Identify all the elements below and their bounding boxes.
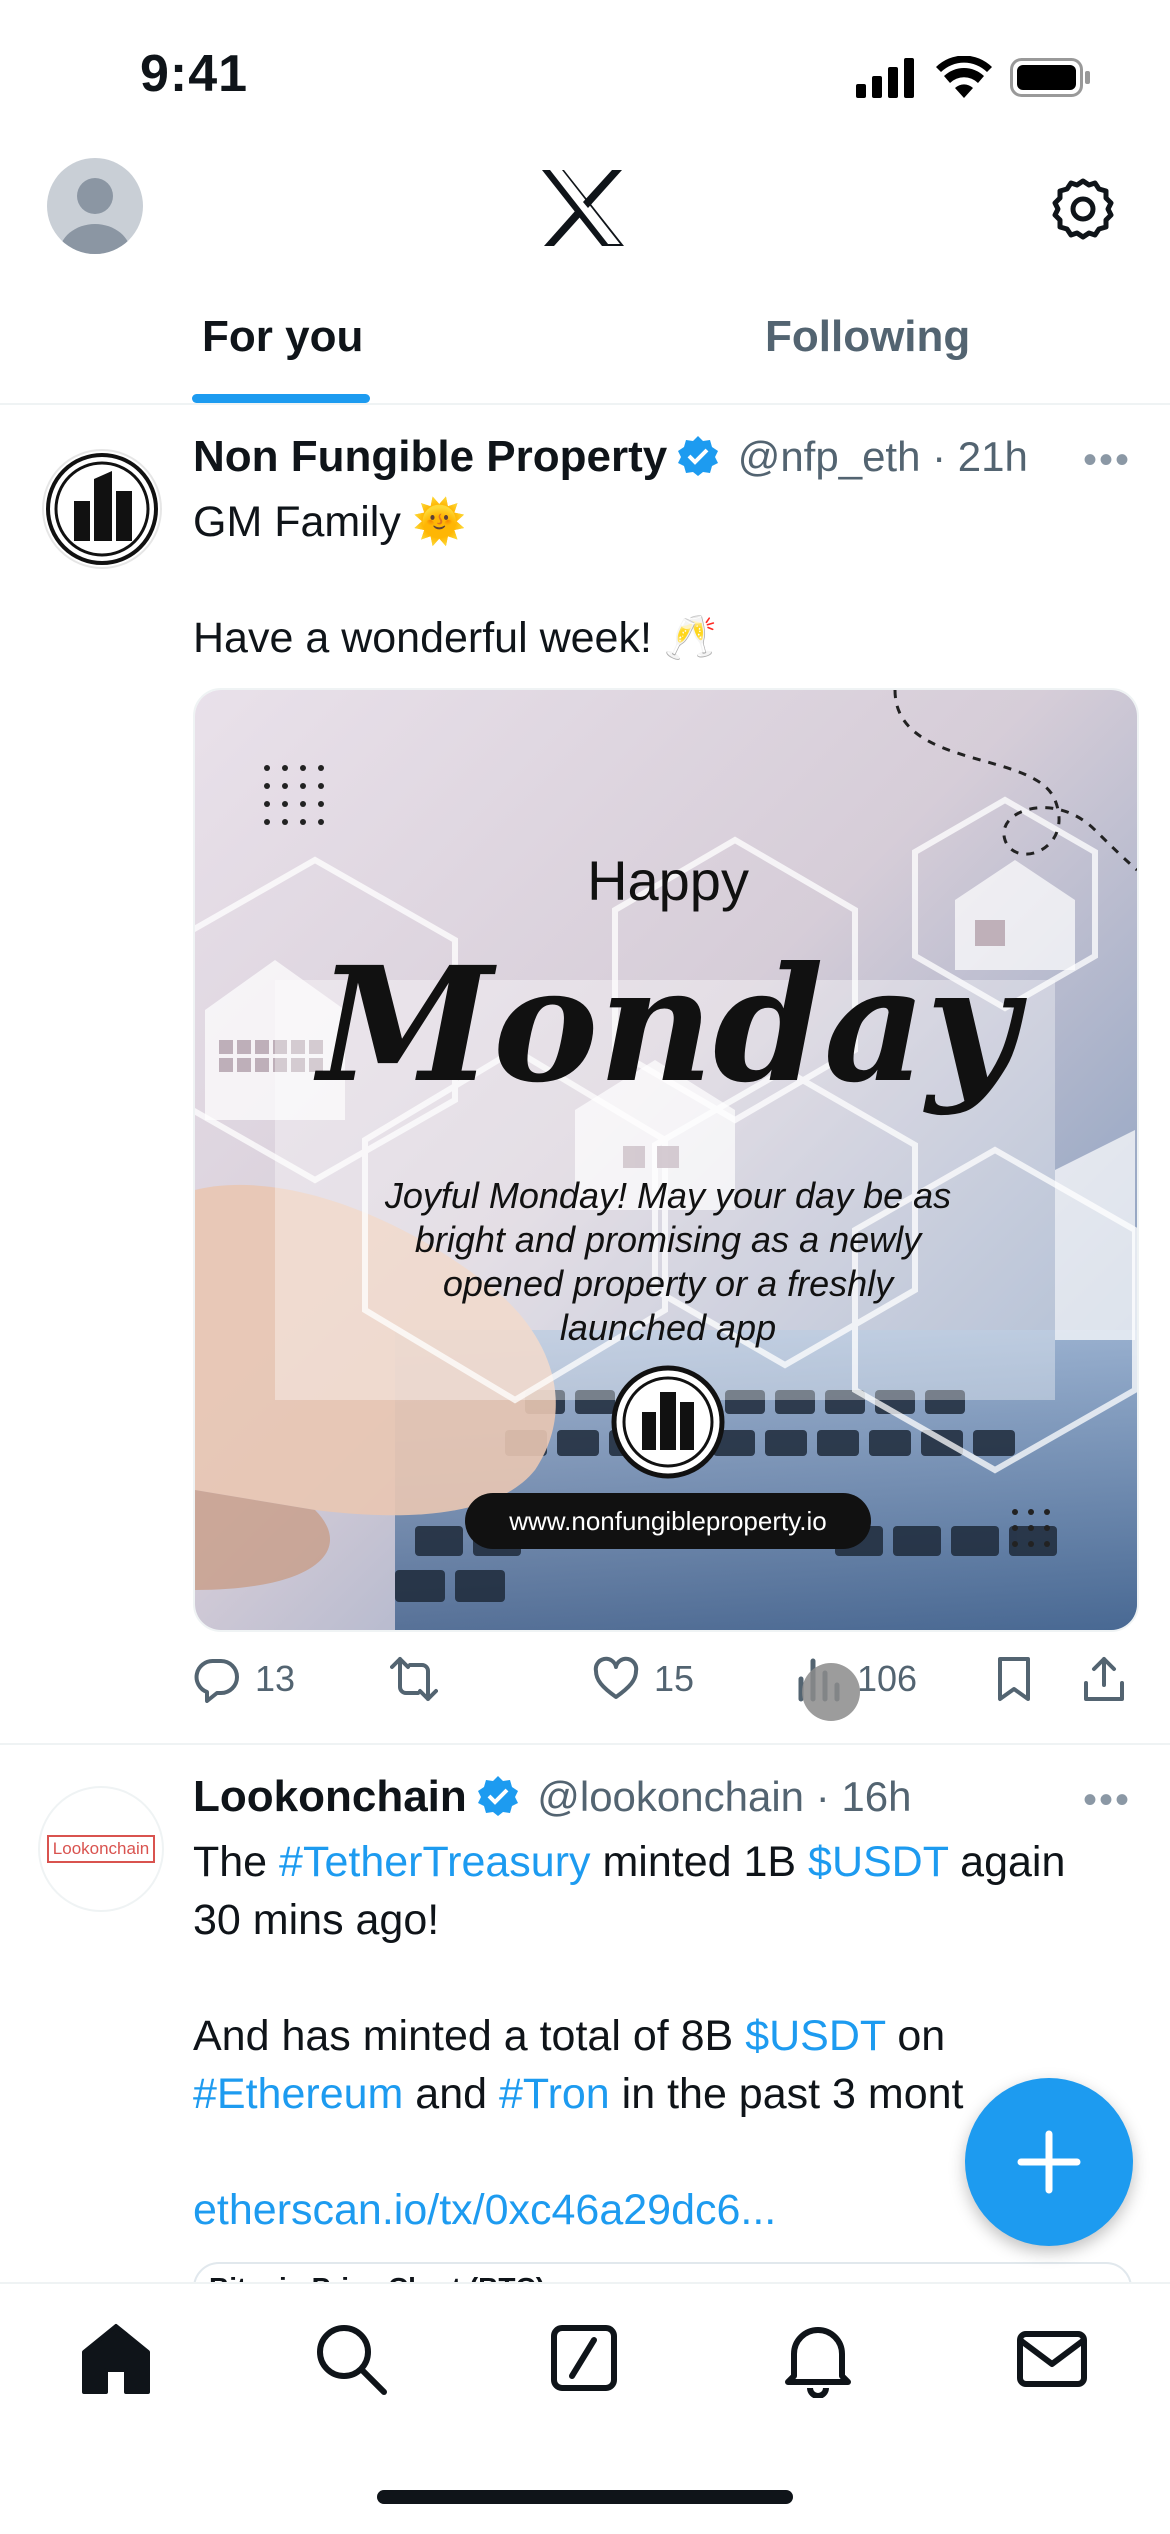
tweet-text: minted 1B xyxy=(590,1838,809,1886)
tweet-text-line: GM Family 🌞 xyxy=(193,498,467,546)
divider xyxy=(0,403,1170,405)
profile-avatar[interactable] xyxy=(47,158,143,254)
tab-following[interactable]: Following xyxy=(765,312,970,362)
verified-badge-icon xyxy=(477,1775,519,1817)
reply-count: 13 xyxy=(255,1658,296,1699)
tweet-avatar[interactable]: Lookonchain xyxy=(38,1786,164,1912)
retweet-icon xyxy=(390,1657,438,1701)
tweet-text: And has minted a total of 8B xyxy=(193,2012,746,2060)
tweet-text: The xyxy=(193,1838,280,1886)
x-logo-icon[interactable] xyxy=(540,170,626,246)
share-icon xyxy=(1084,1657,1124,1701)
author-name[interactable]: Non Fungible Property xyxy=(193,432,667,481)
author-handle[interactable]: @nfp_eth xyxy=(738,433,921,480)
tweet-time: 16h xyxy=(841,1773,912,1820)
tweet-text: again xyxy=(948,1838,1066,1886)
reply-button[interactable]: 13 xyxy=(193,1651,295,1707)
tweet-link[interactable]: etherscan.io/tx/0xc46a29dc6... xyxy=(193,2181,776,2239)
battery-icon xyxy=(1010,58,1092,98)
media-caption-line: bright and promising as a newly xyxy=(415,1219,923,1260)
hashtag-link[interactable]: #Tron xyxy=(499,2070,610,2118)
more-options-icon[interactable]: ••• xyxy=(1083,1778,1131,1823)
lookonchain-logo: Lookonchain xyxy=(46,1835,156,1863)
bookmark-icon xyxy=(998,1657,1030,1701)
wifi-icon xyxy=(936,55,992,98)
plus-icon xyxy=(1017,2130,1081,2194)
gear-icon[interactable] xyxy=(1050,176,1116,242)
verified-badge-icon xyxy=(677,435,719,477)
tweet-header: Non Fungible Property @nfp_eth · 21h xyxy=(193,432,1028,481)
compose-icon[interactable] xyxy=(544,2318,624,2398)
active-tab-indicator xyxy=(192,394,370,403)
author-name[interactable]: Lookonchain xyxy=(193,1772,467,1821)
share-button[interactable] xyxy=(1080,1651,1142,1707)
author-handle[interactable]: @lookonchain xyxy=(537,1773,804,1820)
default-avatar-icon xyxy=(59,178,131,254)
tweet-avatar[interactable] xyxy=(42,449,162,569)
media-url: www.nonfungibleproperty.io xyxy=(508,1506,826,1536)
media-title-big: Monday xyxy=(313,933,1027,1118)
retweet-button[interactable] xyxy=(390,1651,452,1707)
like-count: 15 xyxy=(654,1658,695,1699)
bookmark-button[interactable] xyxy=(990,1651,1052,1707)
tweet-text: on xyxy=(885,2012,946,2060)
divider xyxy=(0,1743,1170,1745)
tweet-text-line: Have a wonderful week! 🥂 xyxy=(193,614,718,662)
mail-icon[interactable] xyxy=(1012,2318,1092,2398)
media-caption-line: opened property or a freshly xyxy=(443,1263,895,1304)
touch-indicator xyxy=(802,1663,860,1721)
tab-for-you[interactable]: For you xyxy=(202,312,363,362)
hashtag-link[interactable]: #Ethereum xyxy=(193,2070,403,2118)
tweet-text: 30 mins ago! xyxy=(193,1896,440,1944)
media-caption-line: launched app xyxy=(560,1307,776,1348)
media-caption-line: Joyful Monday! May your day be as xyxy=(384,1175,951,1216)
tweet-time: 21h xyxy=(957,433,1028,480)
cellular-icon xyxy=(856,58,916,98)
building-logo-icon xyxy=(46,453,158,565)
media-title-small: Happy xyxy=(587,849,749,912)
tweet-text: and xyxy=(403,2070,499,2118)
tweet-text: in the past 3 mont xyxy=(609,2070,964,2118)
cashtag-link[interactable]: $USDT xyxy=(808,1838,948,1886)
heart-icon xyxy=(593,1656,639,1699)
home-icon[interactable] xyxy=(76,2318,156,2398)
bell-icon[interactable] xyxy=(778,2318,858,2399)
building-logo-icon xyxy=(611,1365,725,1479)
like-button[interactable]: 15 xyxy=(592,1651,694,1707)
home-indicator xyxy=(377,2490,793,2504)
tweet-media-image[interactable]: Happy Monday Joyful Monday! May your day… xyxy=(193,688,1139,1632)
hashtag-link[interactable]: #TetherTreasury xyxy=(279,1838,590,1886)
view-count: 106 xyxy=(857,1658,918,1699)
compose-fab-button[interactable] xyxy=(965,2078,1133,2246)
reply-icon xyxy=(194,1658,239,1703)
cashtag-link[interactable]: $USDT xyxy=(745,2012,885,2060)
tweet-header: Lookonchain @lookonchain · 16h xyxy=(193,1772,912,1821)
search-icon[interactable] xyxy=(310,2318,390,2398)
status-time: 9:41 xyxy=(140,45,249,103)
tweet-text-paragraph: The #TetherTreasury minted 1B $USDT agai… xyxy=(193,1833,1133,1949)
more-options-icon[interactable]: ••• xyxy=(1083,438,1131,483)
